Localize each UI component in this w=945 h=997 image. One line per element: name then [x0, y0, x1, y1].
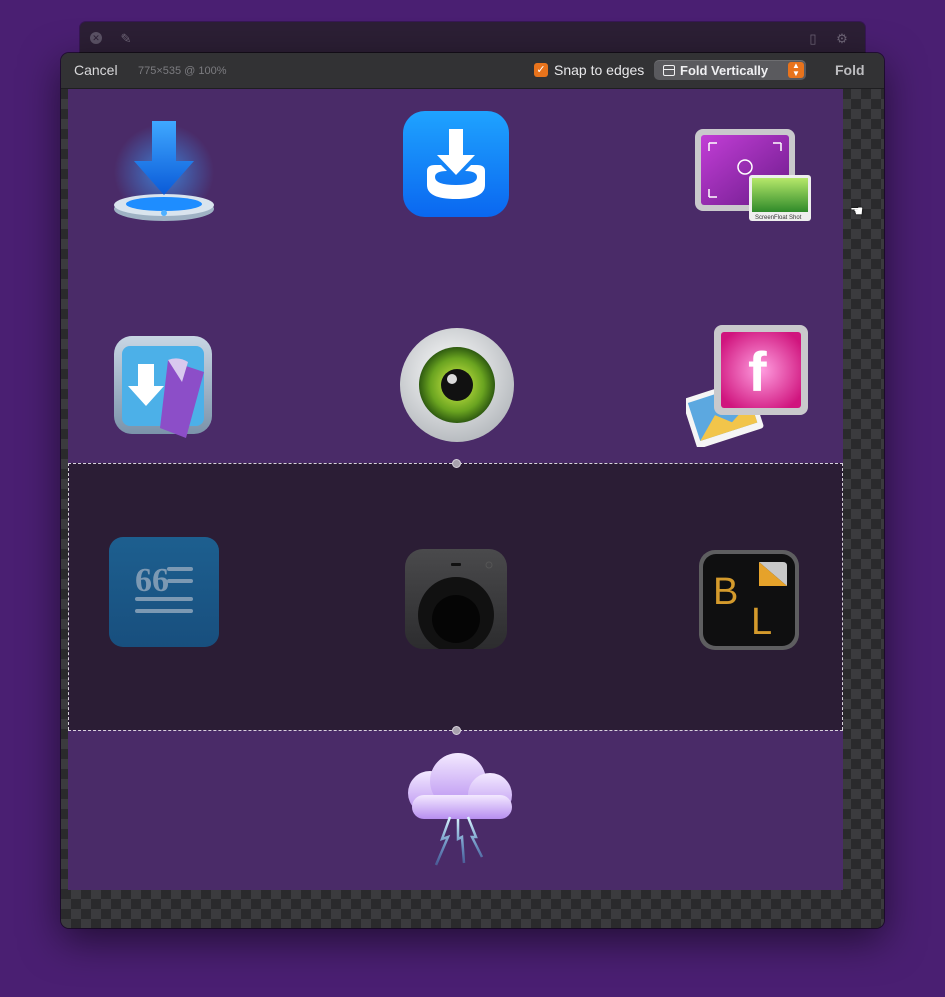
screenfloat-shot-label: ScreenFloat Shot — [755, 215, 802, 221]
snap-to-edges-label: Snap to edges — [554, 62, 645, 78]
svg-text:66: 66 — [135, 562, 169, 599]
document-icon[interactable]: ▯ — [805, 31, 821, 47]
fold-mode-select[interactable]: Fold Vertically ▲ ▼ — [654, 60, 806, 80]
svg-text:f: f — [748, 340, 767, 403]
hand-cursor-icon: ☚ — [850, 203, 864, 220]
quotes-text-icon[interactable]: 66 — [109, 537, 219, 652]
fold-window: Cancel 775×535 @ 100% ✓ Snap to edges Fo… — [61, 53, 884, 928]
svg-text:B: B — [713, 571, 738, 613]
snap-to-edges-toggle[interactable]: ✓ Snap to edges — [534, 62, 644, 78]
edit-icon[interactable]: ✎ — [118, 31, 134, 47]
transloader-icon[interactable] — [112, 334, 216, 447]
close-icon[interactable]: ✕ — [90, 32, 102, 44]
downie-icon[interactable] — [112, 117, 216, 228]
thunder-cloud-icon[interactable] — [398, 749, 518, 874]
image-dimensions: 775×535 @ 100% — [138, 65, 227, 77]
gear-icon[interactable]: ⚙ — [834, 31, 850, 47]
screenfloat-flipped-icon[interactable]: f — [682, 325, 810, 452]
fold-bottom-handle[interactable] — [452, 726, 461, 735]
chevron-updown-icon[interactable]: ▲ ▼ — [788, 62, 804, 78]
transparency-background: ScreenFloat Shot f 66 B L — [61, 89, 884, 928]
screenfloat-shot-icon[interactable]: ScreenFloat Shot — [693, 129, 813, 232]
svg-text:L: L — [751, 601, 772, 643]
cancel-button[interactable]: Cancel — [74, 62, 118, 78]
fold-vertical-icon — [663, 65, 675, 76]
yoink-download-icon[interactable] — [403, 111, 509, 222]
fold-top-handle[interactable] — [452, 459, 461, 468]
eye-icon[interactable] — [399, 327, 515, 448]
bl-document-icon[interactable]: B L — [699, 550, 799, 655]
fold-mode-label: Fold Vertically — [680, 63, 769, 78]
fold-left-edge — [68, 463, 69, 730]
toolbar: Cancel 775×535 @ 100% ✓ Snap to edges Fo… — [61, 53, 884, 89]
fold-button[interactable]: Fold — [835, 62, 865, 78]
checkbox-icon[interactable]: ✓ — [534, 63, 548, 77]
image-canvas[interactable]: ScreenFloat Shot f 66 B L — [68, 89, 843, 890]
fold-right-edge — [842, 463, 843, 730]
mac-mini-speaker-icon[interactable] — [405, 549, 507, 654]
